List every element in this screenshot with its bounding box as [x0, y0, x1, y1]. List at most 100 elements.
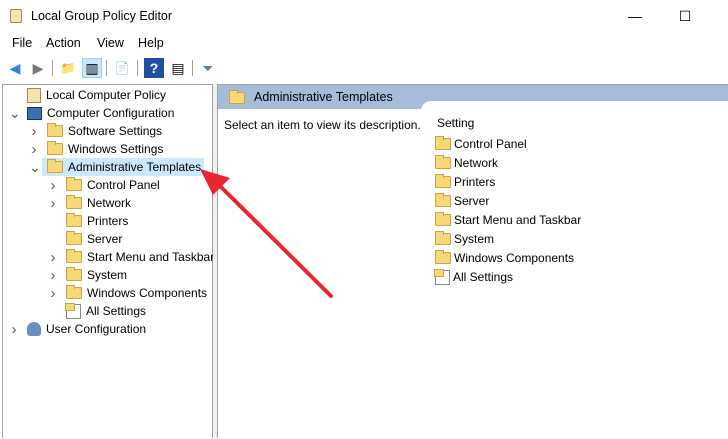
tree-item[interactable]: All Settings — [65, 302, 147, 320]
tree-item[interactable]: › Control Panel — [51, 176, 160, 194]
menu-action[interactable]: Action — [46, 36, 81, 50]
details-pane: Administrative Templates Select an item … — [217, 84, 728, 439]
folder-icon — [66, 177, 82, 191]
folder-icon — [66, 249, 82, 263]
folder-icon — [435, 193, 451, 207]
list-item[interactable]: Start Menu and Taskbar — [435, 211, 581, 229]
menu-help[interactable]: Help — [138, 36, 164, 50]
folder-icon — [66, 285, 82, 299]
tree-item-label: Network — [87, 196, 132, 210]
folder-icon — [47, 123, 63, 137]
menu-file[interactable]: File — [12, 36, 32, 50]
list-item[interactable]: Server — [435, 192, 489, 210]
column-header-setting[interactable]: Setting — [437, 116, 474, 130]
toolbar-separator — [192, 60, 193, 76]
tree-item[interactable]: › Start Menu and Taskbar — [51, 248, 215, 266]
list-item-label: All Settings — [453, 270, 514, 284]
toolbar-separator — [52, 60, 53, 76]
pc-icon — [27, 106, 42, 120]
folder-icon — [435, 250, 451, 264]
chevron-down-icon[interactable]: ⌄ — [9, 105, 21, 122]
chevron-down-icon[interactable]: ⌄ — [29, 159, 41, 176]
folder-icon — [435, 155, 451, 169]
chevron-right-icon[interactable]: › — [29, 141, 39, 158]
list-item-label: Printers — [454, 175, 496, 189]
list-item[interactable]: Printers — [435, 173, 495, 191]
list-item[interactable]: Windows Components — [435, 249, 574, 267]
menu-view[interactable]: View — [97, 36, 124, 50]
folder-icon — [435, 136, 451, 150]
show-hide-tree-icon[interactable]: ▥ — [82, 58, 102, 78]
help-icon[interactable]: ? — [144, 58, 164, 78]
tree-item[interactable]: Server — [66, 230, 122, 248]
tree-item-label: Printers — [87, 214, 129, 228]
tree-item-label: Computer Configuration — [47, 106, 175, 120]
tree-item-label: Windows Settings — [68, 142, 164, 156]
toolbar-separator — [106, 60, 107, 76]
tree-item[interactable]: › Windows Settings — [32, 140, 164, 158]
folder-icon — [47, 159, 63, 173]
folder-icon — [66, 267, 82, 281]
tree-item[interactable]: Printers — [66, 212, 128, 230]
filter-icon[interactable]: ⏷ — [198, 58, 218, 78]
minimize-button[interactable]: — — [612, 6, 658, 28]
tree-item[interactable]: ⌄ Computer Configuration — [9, 104, 175, 122]
title-bar: Local Group Policy Editor — ☐ — [0, 0, 728, 32]
list-item-label: Windows Components — [454, 251, 575, 265]
all-icon — [434, 268, 450, 285]
tree-item[interactable]: › User Configuration — [12, 320, 147, 338]
tree-item-label: All Settings — [86, 304, 147, 318]
export-list-icon[interactable]: 📄 — [112, 58, 132, 78]
tree-pane: Local Computer Policy ⌄ Computer Configura… — [2, 84, 215, 438]
tree-item-label: User Configuration — [46, 322, 147, 336]
list-item[interactable]: All Settings — [434, 268, 514, 286]
forward-icon[interactable]: ▶ — [28, 58, 48, 78]
tree-item[interactable]: › Windows Components — [51, 284, 208, 302]
window-title: Local Group Policy Editor — [31, 9, 173, 23]
description-panel — [218, 109, 418, 439]
list-item-label: System — [454, 232, 495, 246]
details-header-title: Administrative Templates — [254, 90, 393, 104]
chevron-right-icon[interactable]: › — [48, 249, 58, 266]
list-item-label: Control Panel — [454, 137, 527, 151]
folder-icon — [66, 231, 82, 245]
policy-editor-icon — [10, 9, 22, 23]
toolbar: ◀ ▶ 📁 ▥ 📄 ? ▤ ⏷ — [0, 56, 728, 80]
properties-icon[interactable]: ▤ — [168, 58, 188, 78]
back-icon[interactable]: ◀ — [5, 58, 25, 78]
tree-item[interactable]: ⌄ Administrative Templates — [29, 158, 205, 176]
description-text: Select an item to view its description. — [224, 118, 421, 132]
chevron-right-icon[interactable]: › — [9, 321, 19, 338]
tree-item[interactable]: › Software Settings — [32, 122, 163, 140]
tree-item[interactable]: › Network — [51, 194, 132, 212]
list-item[interactable]: Network — [435, 154, 498, 172]
folder-icon — [435, 212, 451, 226]
folder-icon — [66, 213, 82, 227]
chevron-right-icon[interactable]: › — [48, 267, 58, 284]
tree-item-label: Server — [87, 232, 123, 246]
chevron-right-icon[interactable]: › — [48, 285, 58, 302]
tree-item-label: Start Menu and Taskbar — [87, 250, 215, 264]
chevron-right-icon[interactable]: › — [48, 177, 58, 194]
folder-icon — [229, 90, 245, 104]
all-icon — [65, 302, 81, 319]
folder-icon — [66, 195, 82, 209]
folder-icon — [435, 174, 451, 188]
folder-icon — [435, 231, 451, 245]
up-folder-icon[interactable]: 📁 — [58, 58, 78, 78]
chevron-right-icon[interactable]: › — [29, 123, 39, 140]
toolbar-separator — [137, 60, 138, 76]
list-item-label: Start Menu and Taskbar — [454, 213, 582, 227]
tree-item-label: Software Settings — [68, 124, 163, 138]
chevron-right-icon[interactable]: › — [48, 195, 58, 212]
tree-item-label: Control Panel — [87, 178, 160, 192]
list-item-label: Network — [454, 156, 499, 170]
user-icon — [27, 322, 41, 336]
tree-item[interactable]: › System — [51, 266, 128, 284]
tree-item[interactable]: Local Computer Policy — [27, 86, 166, 104]
tree-item-label: Local Computer Policy — [46, 88, 167, 102]
maximize-button[interactable]: ☐ — [662, 6, 708, 28]
list-item[interactable]: Control Panel — [435, 135, 527, 153]
list-item[interactable]: System — [435, 230, 494, 248]
folder-icon — [47, 141, 63, 155]
